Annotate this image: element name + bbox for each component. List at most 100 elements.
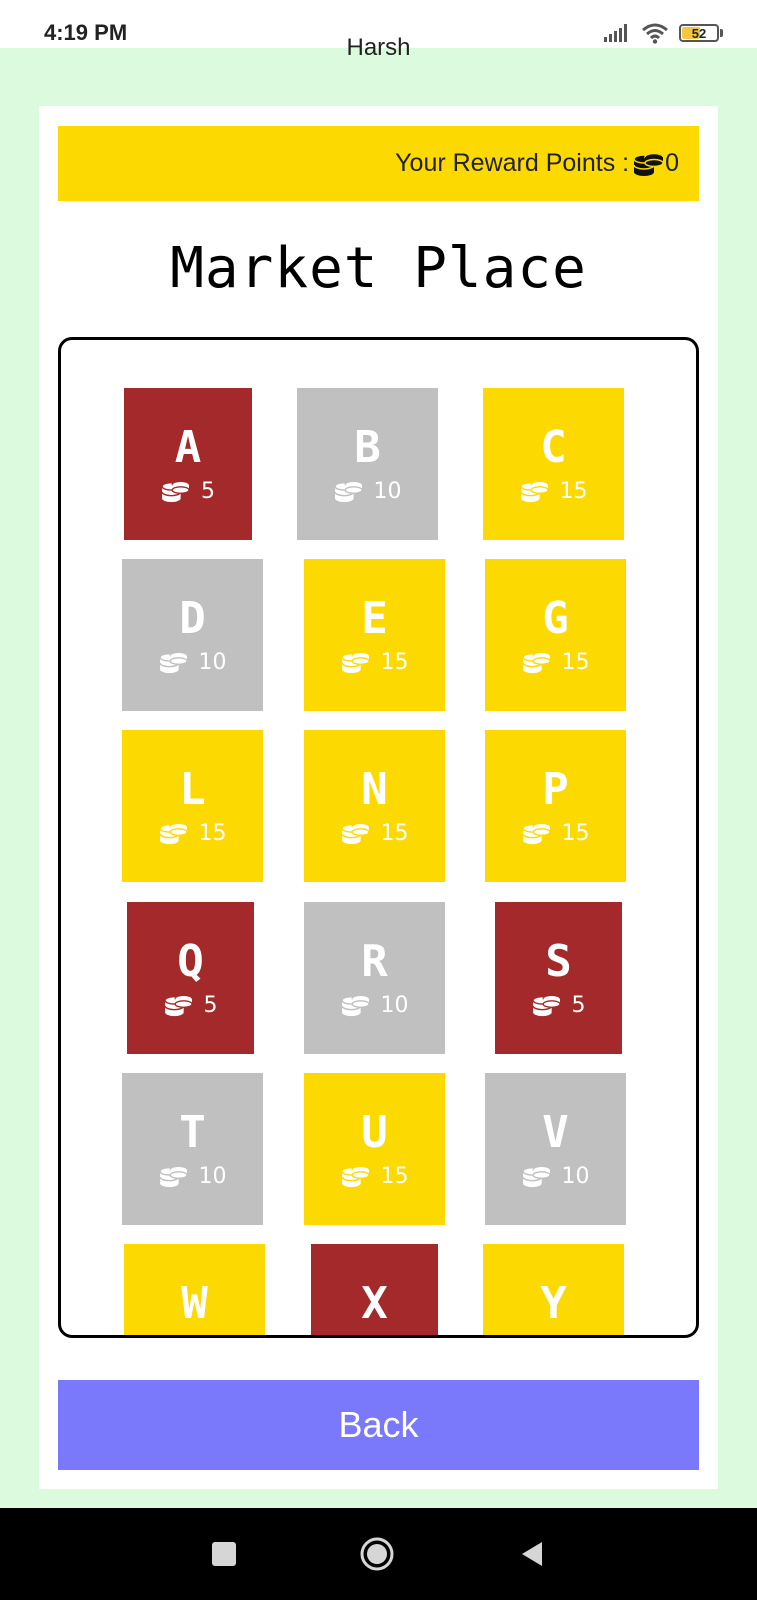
coins-icon — [340, 994, 370, 1017]
item-tile-s[interactable]: S5 — [495, 902, 622, 1054]
item-price: 15 — [519, 478, 588, 504]
item-letter: E — [361, 593, 388, 644]
item-price-value: 5 — [201, 478, 215, 504]
item-letter: X — [361, 1278, 388, 1329]
item-letter: A — [174, 422, 202, 473]
item-tile-n[interactable]: N 15 — [304, 730, 445, 882]
item-price: 5 — [161, 478, 215, 504]
item-price: 10 — [333, 478, 402, 504]
item-price-value: 10 — [561, 1163, 590, 1189]
back-nav-icon[interactable] — [514, 1536, 550, 1572]
item-price-value: 15 — [561, 649, 590, 675]
item-price — [355, 1334, 395, 1338]
user-name: Harsh — [346, 34, 411, 61]
page-title: Market Place — [170, 236, 587, 301]
coins-icon — [633, 152, 664, 176]
item-tile-p[interactable]: P 15 — [485, 730, 626, 882]
item-letter: D — [179, 593, 206, 644]
coins-icon — [534, 1334, 564, 1338]
coins-icon — [340, 822, 370, 845]
item-tile-u[interactable]: U 15 — [304, 1073, 445, 1225]
back-button[interactable]: Back — [58, 1380, 699, 1470]
reward-points-label: Your Reward Points : — [395, 149, 630, 177]
item-letter: G — [542, 593, 569, 644]
item-price: 15 — [340, 1163, 409, 1189]
item-tile-t[interactable]: T 10 — [122, 1073, 263, 1225]
item-price-value: 5 — [571, 992, 586, 1018]
item-letter: C — [540, 422, 567, 473]
item-letter: U — [361, 1107, 388, 1158]
recent-apps-icon[interactable] — [206, 1536, 242, 1572]
reward-points-value: 0 — [665, 149, 679, 177]
item-tile-r[interactable]: R 10 — [304, 902, 445, 1054]
item-tile-d[interactable]: D 10 — [122, 559, 263, 711]
item-price: 5 — [531, 992, 586, 1018]
marketplace-card: Your Reward Points : 0 Market Place A5B1… — [39, 106, 718, 1489]
item-letter: V — [542, 1107, 569, 1158]
item-letter: P — [542, 764, 569, 815]
item-price: 10 — [340, 992, 409, 1018]
item-tile-g[interactable]: G 15 — [485, 559, 626, 711]
coins-icon — [340, 651, 370, 674]
coins-icon — [158, 651, 188, 674]
item-price: 15 — [340, 820, 409, 846]
home-icon[interactable] — [359, 1536, 395, 1572]
item-tile-l[interactable]: L 15 — [122, 730, 263, 882]
item-tile-q[interactable]: Q5 — [127, 902, 254, 1054]
item-price: 5 — [163, 992, 218, 1018]
item-letter: Q — [177, 936, 204, 987]
item-price-value: 15 — [380, 820, 409, 846]
item-price-value: 10 — [198, 649, 227, 675]
coins-icon — [175, 1334, 205, 1338]
item-letter: Y — [540, 1278, 567, 1329]
item-price: 15 — [521, 649, 590, 675]
item-tile-a[interactable]: A5 — [124, 388, 252, 540]
reward-points-bar: Your Reward Points : 0 — [58, 126, 699, 201]
coins-icon — [521, 822, 551, 845]
item-tile-y[interactable]: Y — [483, 1244, 624, 1338]
item-price: 10 — [158, 649, 227, 675]
item-price-value: 15 — [561, 820, 590, 846]
item-tile-e[interactable]: E 15 — [304, 559, 445, 711]
item-price-value: 15 — [380, 649, 409, 675]
item-price-value: 15 — [559, 478, 588, 504]
item-letter: L — [179, 764, 206, 815]
coins-icon — [158, 1165, 188, 1188]
item-price — [534, 1334, 574, 1338]
coins-icon — [521, 1165, 551, 1188]
item-price-value: 5 — [203, 992, 218, 1018]
item-price — [175, 1334, 215, 1338]
item-price-value: 10 — [198, 1163, 227, 1189]
item-letter: S — [545, 936, 572, 987]
item-price: 10 — [521, 1163, 590, 1189]
items-grid[interactable]: A 5 B 10 C 15 D 10 E 15 G 15 L 15 N 15 P 15 Q 5 R 10 S 5 T 10 U 15 V… — [58, 337, 699, 1338]
item-tile-x[interactable]: X — [311, 1244, 438, 1338]
item-price-value: 15 — [380, 1163, 409, 1189]
item-letter: W — [181, 1278, 208, 1329]
coins-icon — [531, 994, 561, 1017]
item-price: 15 — [521, 820, 590, 846]
battery-level-text: 52 — [691, 25, 707, 41]
coins-icon — [161, 480, 190, 503]
coins-icon — [333, 480, 363, 503]
item-tile-v[interactable]: V 10 — [485, 1073, 626, 1225]
item-letter: N — [361, 764, 388, 815]
item-price-value: 10 — [373, 478, 402, 504]
item-price: 10 — [158, 1163, 227, 1189]
item-price-value: 10 — [380, 992, 409, 1018]
system-nav-bar — [0, 1508, 757, 1600]
item-price: 15 — [340, 649, 409, 675]
coins-icon — [163, 994, 193, 1017]
coins-icon — [158, 822, 188, 845]
item-tile-b[interactable]: B 10 — [297, 388, 438, 540]
item-letter: B — [354, 422, 381, 473]
coins-icon — [355, 1334, 385, 1338]
item-letter: R — [361, 936, 388, 987]
item-tile-w[interactable]: W — [124, 1244, 265, 1338]
coins-icon — [519, 480, 549, 503]
item-letter: T — [179, 1107, 206, 1158]
item-price-value: 15 — [198, 820, 227, 846]
item-price: 15 — [158, 820, 227, 846]
coins-icon — [521, 651, 551, 674]
item-tile-c[interactable]: C 15 — [483, 388, 624, 540]
